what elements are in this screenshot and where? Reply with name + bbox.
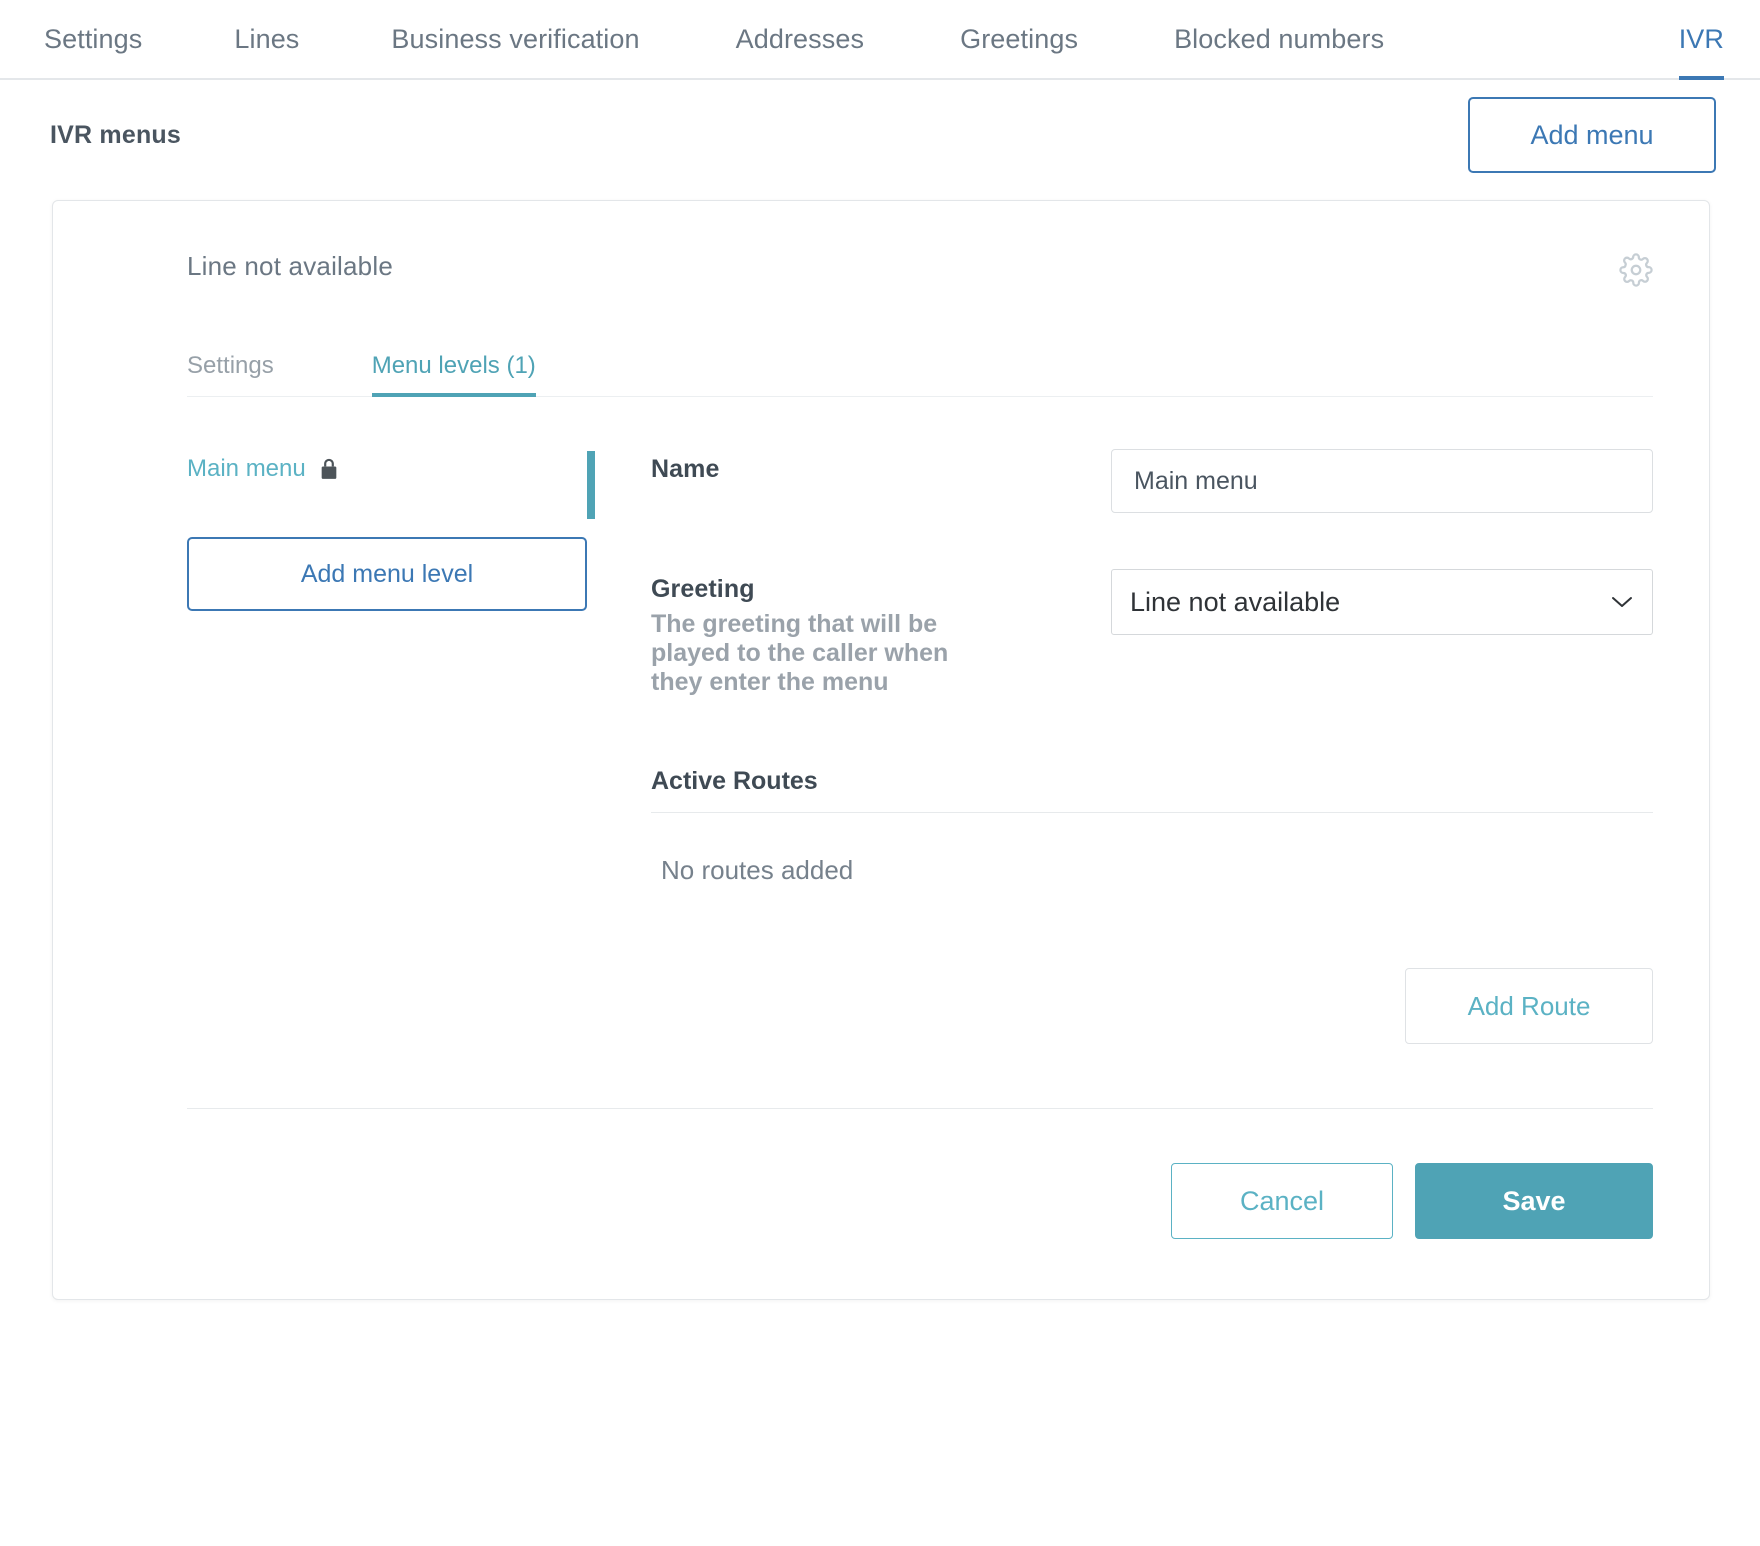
greeting-help-text: The greeting that will be played to the … [651, 610, 949, 696]
card-tab-bar: Settings Menu levels (1) [187, 335, 1653, 397]
add-menu-level-button[interactable]: Add menu level [187, 537, 587, 611]
add-menu-button[interactable]: Add menu [1468, 97, 1716, 173]
greeting-field-row: Greeting The greeting that will be playe… [651, 569, 1653, 697]
primary-tab-list: Settings Lines Business verification Add… [44, 0, 1725, 80]
tab-greetings[interactable]: Greetings [960, 0, 1078, 78]
lock-icon [306, 458, 338, 480]
active-routes-empty-text: No routes added [661, 855, 854, 885]
tab-addresses[interactable]: Addresses [736, 0, 864, 78]
active-routes-section: Active Routes No routes added Add Route [651, 767, 1653, 1044]
card-header: Line not available [109, 201, 1653, 287]
menu-level-form: Name Greeting The greeting that will be … [651, 449, 1653, 1044]
menu-level-label: Main menu [187, 455, 306, 482]
greeting-label-col: Greeting The greeting that will be playe… [651, 569, 1111, 697]
card-body: Main menu Add menu level Name Main menu … [187, 449, 1653, 1044]
tab-blocked-numbers[interactable]: Blocked numbers [1174, 0, 1384, 78]
card-footer: Cancel Save [187, 1108, 1653, 1239]
gear-icon[interactable] [1619, 251, 1653, 287]
add-route-button[interactable]: Add Route [1405, 968, 1653, 1044]
menu-levels-panel: Main menu Add menu level [187, 449, 587, 1044]
name-input[interactable] [1111, 449, 1653, 513]
tab-settings[interactable]: Settings [44, 0, 142, 78]
greeting-label: Greeting [651, 575, 755, 603]
name-field-row: Name [651, 449, 1653, 513]
card-tab-settings[interactable]: Settings [187, 352, 274, 396]
name-label: Name [651, 455, 720, 483]
selected-level-indicator [587, 451, 595, 519]
active-routes-actions: Add Route [651, 968, 1653, 1044]
tab-lines[interactable]: Lines [234, 0, 299, 78]
cancel-button[interactable]: Cancel [1171, 1163, 1393, 1239]
page-header: IVR menus Add menu [0, 80, 1760, 190]
primary-tab-bar: Settings Lines Business verification Add… [0, 0, 1760, 80]
name-label-col: Name [651, 449, 1111, 484]
greeting-select[interactable]: Line not available [1111, 569, 1653, 635]
greeting-select-wrap: Line not available [1111, 569, 1653, 635]
menu-level-item-main-menu[interactable]: Main menu [187, 449, 587, 489]
active-routes-title: Active Routes [651, 767, 1653, 813]
card-tab-menu-levels[interactable]: Menu levels (1) [371, 352, 536, 397]
ivr-menu-card: Line not available Settings Menu levels … [52, 200, 1710, 1300]
tab-business-verification[interactable]: Business verification [391, 0, 639, 78]
tab-ivr[interactable]: IVR [1678, 0, 1725, 80]
name-control-col [1111, 449, 1653, 513]
page-title: IVR menus [50, 120, 181, 149]
save-button[interactable]: Save [1415, 1163, 1653, 1239]
greeting-control-col: Line not available [1111, 569, 1653, 635]
field-spacer [651, 513, 1653, 569]
card-title: Line not available [187, 251, 393, 281]
